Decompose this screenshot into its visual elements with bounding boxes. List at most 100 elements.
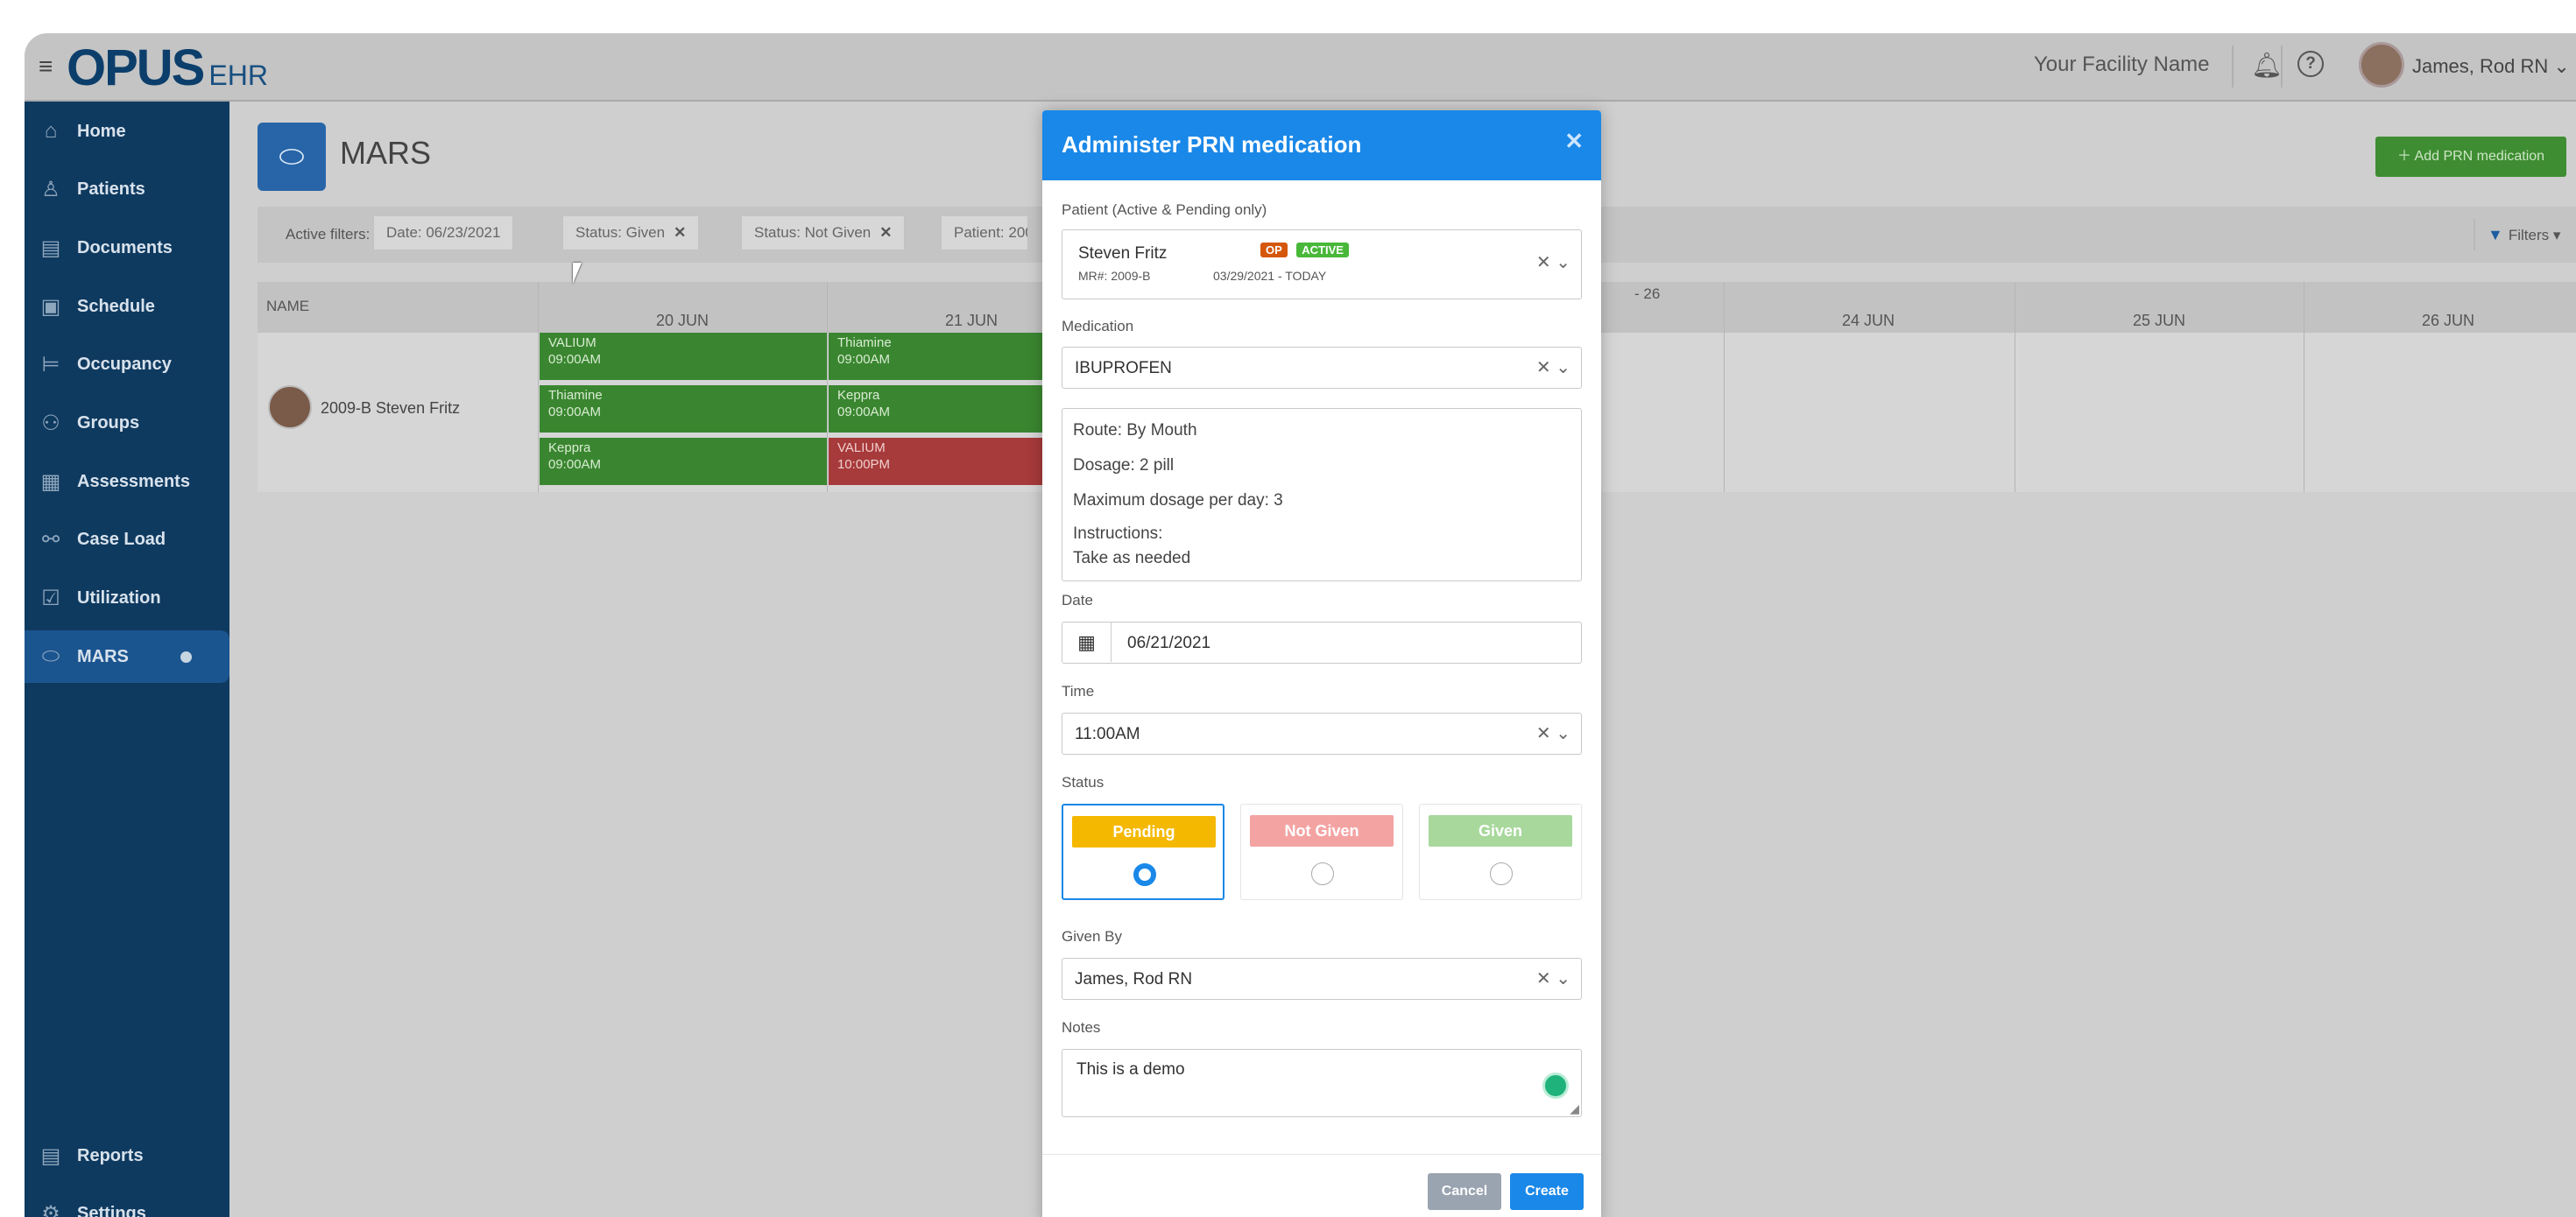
given-by-value: James, Rod RN: [1075, 970, 1193, 988]
status-pending-label: Pending: [1072, 816, 1216, 848]
given-by-select[interactable]: James, Rod RN ✕ ⌄: [1062, 958, 1582, 1000]
sidebar-item-settings[interactable]: ⚙ Settings: [25, 1187, 229, 1217]
close-icon[interactable]: ✕: [674, 224, 686, 241]
clear-chevron-icon[interactable]: ✕ ⌄: [1536, 722, 1570, 744]
filter-chip-patient[interactable]: Patient: 2009-B: [941, 215, 1028, 250]
status-given-radio[interactable]: [1490, 862, 1513, 885]
pills-icon: ⬭: [258, 123, 326, 191]
instructions-label: Instructions:: [1073, 524, 1163, 543]
chevron-down-icon: ⌄: [2553, 55, 2570, 77]
clear-chevron-icon[interactable]: ✕ ⌄: [1536, 251, 1570, 273]
medication-select[interactable]: IBUPROFEN ✕ ⌄: [1062, 347, 1582, 389]
modal-header: Administer PRN medication ✕: [1042, 110, 1601, 180]
sidebar-item-home[interactable]: ⌂ Home: [25, 105, 229, 158]
dosage: Dosage: 2 pill: [1073, 456, 1175, 475]
documents-icon: ▤: [40, 236, 61, 260]
sidebar-item-documents[interactable]: ▤ Documents: [25, 222, 229, 274]
sidebar-item-assessments[interactable]: ▦ Assessments: [25, 455, 229, 508]
status-not-given-radio[interactable]: [1311, 862, 1334, 885]
notes-textarea[interactable]: This is a demo ◢: [1062, 1049, 1582, 1117]
filters-button[interactable]: ▼ Filters ▾: [2474, 219, 2560, 250]
status-not-given-label: Not Given: [1250, 815, 1394, 847]
top-bar: ≡ OPUS EHR Your Facility Name 🔔︎ ? James,…: [25, 33, 2576, 102]
sidebar-item-utilization[interactable]: ☑ Utilization: [25, 572, 229, 624]
modal-title: Administer PRN medication: [1062, 131, 1362, 158]
cancel-button[interactable]: Cancel: [1428, 1173, 1501, 1210]
column-header: 26 JUN: [2421, 312, 2475, 329]
user-avatar[interactable]: [2359, 42, 2404, 88]
clear-chevron-icon[interactable]: ✕ ⌄: [1536, 356, 1570, 378]
filter-chip-date[interactable]: Date: 06/23/2021: [373, 215, 514, 250]
app-logo[interactable]: OPUS EHR: [67, 39, 268, 97]
medication-value: IBUPROFEN: [1075, 359, 1172, 377]
divider: [1724, 282, 1725, 492]
patient-badges: OP ACTIVE: [1255, 243, 1349, 258]
filter-chip-status-not-given[interactable]: Status: Not Given ✕: [741, 215, 906, 250]
column-header: 24 JUN: [1841, 312, 1895, 329]
medication-label: Medication: [1062, 318, 1134, 334]
patients-icon: ♙: [41, 177, 60, 201]
divider: [827, 282, 828, 492]
med-cell[interactable]: Keppra 09:00AM: [540, 438, 827, 485]
max-dosage: Maximum dosage per day: 3: [1073, 491, 1283, 510]
divider: [2232, 46, 2234, 88]
close-icon[interactable]: ✕: [879, 224, 892, 241]
week-label: - 26: [1634, 285, 1661, 302]
page-title: MARS: [340, 135, 432, 171]
active-dot: [180, 651, 192, 663]
status-pending-option[interactable]: Pending: [1062, 804, 1224, 900]
grammar-check-icon[interactable]: [1542, 1073, 1569, 1099]
patient-label: Patient (Active & Pending only): [1062, 201, 1267, 218]
caseload-icon: ⚯: [41, 527, 60, 552]
patient-select-name: Steven Fritz: [1078, 244, 1168, 263]
status-pending-radio[interactable]: [1133, 863, 1156, 886]
status-not-given-option[interactable]: Not Given: [1240, 804, 1403, 900]
filter-chip-status-given[interactable]: Status: Given ✕: [562, 215, 700, 250]
user-menu[interactable]: James, Rod RN ⌄: [2412, 55, 2570, 78]
resize-handle-icon[interactable]: ◢: [1570, 1101, 1579, 1116]
badge-active: ACTIVE: [1296, 243, 1349, 257]
reports-icon: ▤: [40, 1143, 61, 1168]
patient-name[interactable]: 2009-B Steven Fritz: [321, 399, 460, 418]
mouse-cursor: [573, 263, 582, 284]
administer-prn-modal: Administer PRN medication ✕ Patient (Act…: [1042, 110, 1601, 1217]
facility-name[interactable]: Your Facility Name: [2034, 53, 2210, 77]
notes-value: This is a demo: [1076, 1060, 1185, 1079]
column-header: 25 JUN: [2132, 312, 2186, 329]
help-icon[interactable]: ?: [2297, 51, 2324, 77]
column-header: 20 JUN: [655, 312, 709, 329]
bell-icon[interactable]: 🔔︎: [2251, 51, 2283, 80]
name-column-header: NAME: [266, 298, 310, 314]
status-given-option[interactable]: Given: [1419, 804, 1582, 900]
time-value: 11:00AM: [1075, 725, 1140, 743]
sidebar-item-mars[interactable]: ⬭ MARS: [25, 630, 229, 683]
sidebar-item-groups[interactable]: ⚇ Groups: [25, 397, 229, 449]
sidebar-item-occupancy[interactable]: ⊨ Occupancy: [25, 338, 229, 390]
sidebar-item-reports[interactable]: ▤ Reports: [25, 1129, 229, 1182]
med-cell[interactable]: VALIUM 09:00AM: [540, 333, 827, 380]
divider: [538, 282, 539, 492]
divider: [2281, 46, 2283, 88]
add-prn-medication-button[interactable]: ＋ Add PRN medication: [2375, 137, 2566, 177]
bed-icon: ⊨: [41, 352, 60, 376]
sidebar-item-patients[interactable]: ♙ Patients: [25, 163, 229, 215]
sidebar-item-schedule[interactable]: ▣ Schedule: [25, 280, 229, 333]
clear-chevron-icon[interactable]: ✕ ⌄: [1536, 967, 1570, 989]
status-options: Pending Not Given Given: [1062, 804, 1582, 902]
hamburger-menu-icon[interactable]: ≡: [39, 53, 53, 81]
sidebar-item-case-load[interactable]: ⚯ Case Load: [25, 513, 229, 566]
app-window: ≡ OPUS EHR Your Facility Name 🔔︎ ? James,…: [25, 33, 2576, 1217]
create-button[interactable]: Create: [1510, 1173, 1584, 1210]
status-label: Status: [1062, 774, 1105, 791]
patient-select[interactable]: Steven Fritz OP ACTIVE MR#: 2009-B 03/29…: [1062, 229, 1582, 299]
time-select[interactable]: 11:00AM ✕ ⌄: [1062, 713, 1582, 755]
notes-label: Notes: [1062, 1019, 1101, 1036]
med-cell[interactable]: Thiamine 09:00AM: [540, 385, 827, 433]
close-icon[interactable]: ✕: [1564, 128, 1584, 155]
status-given-label: Given: [1429, 815, 1572, 847]
badge-op: OP: [1260, 243, 1288, 257]
groups-icon: ⚇: [41, 411, 60, 435]
date-field[interactable]: ▦ 06/21/2021: [1062, 622, 1582, 664]
date-value: 06/21/2021: [1127, 634, 1211, 652]
calendar-icon[interactable]: ▦: [1062, 623, 1112, 662]
